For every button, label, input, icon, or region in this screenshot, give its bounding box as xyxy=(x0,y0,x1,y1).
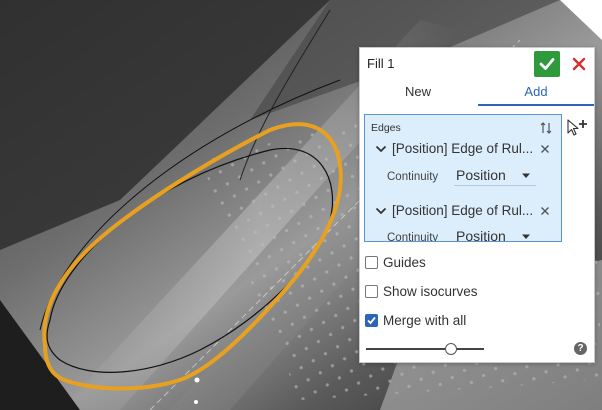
edge-item-label: [Position] Edge of Rul... xyxy=(392,141,534,156)
tolerance-slider[interactable] xyxy=(366,341,486,357)
continuity-value: Position xyxy=(456,167,506,183)
show-isocurves-label: Show isocurves xyxy=(383,284,478,299)
dialog-header: Fill 1 xyxy=(360,48,594,80)
guides-checkbox-row[interactable]: Guides xyxy=(365,254,565,272)
edges-label: Edges xyxy=(371,122,401,134)
guides-checkbox[interactable] xyxy=(365,256,378,269)
caret-down-icon xyxy=(522,234,530,239)
sort-icon[interactable] xyxy=(539,121,553,135)
dialog-title: Fill 1 xyxy=(367,56,395,71)
ok-button[interactable] xyxy=(534,51,560,77)
remove-icon[interactable] xyxy=(540,144,550,154)
continuity-label: Continuity xyxy=(387,232,439,242)
continuity-value: Position xyxy=(456,228,506,242)
caret-down-icon xyxy=(522,173,530,178)
add-selection-cursor-icon[interactable] xyxy=(566,118,588,138)
continuity-select[interactable]: Position xyxy=(454,166,536,186)
edge-item[interactable]: [Position] Edge of Rul... xyxy=(365,138,561,162)
show-isocurves-checkbox-row[interactable]: Show isocurves xyxy=(365,283,565,301)
merge-with-all-checkbox-row[interactable]: Merge with all xyxy=(365,312,565,330)
help-icon[interactable]: ? xyxy=(574,342,587,355)
remove-icon[interactable] xyxy=(540,206,550,216)
tab-new[interactable]: New xyxy=(360,82,476,106)
checkmark-icon xyxy=(539,58,555,70)
guides-label: Guides xyxy=(383,255,426,270)
checkmark-icon xyxy=(367,316,376,325)
edges-selection-list[interactable]: Edges [Position] Edge of Rul... Continui… xyxy=(364,114,562,242)
continuity-label: Continuity xyxy=(387,171,439,183)
continuity-row: Continuity Position xyxy=(365,165,561,189)
merge-with-all-label: Merge with all xyxy=(383,313,467,328)
edge-item[interactable]: [Position] Edge of Rul... xyxy=(365,200,561,224)
slider-thumb[interactable] xyxy=(445,343,457,355)
show-isocurves-checkbox[interactable] xyxy=(365,285,378,298)
slider-track xyxy=(366,348,484,350)
close-icon xyxy=(572,57,586,71)
chevron-down-icon[interactable] xyxy=(375,144,387,154)
continuity-row: Continuity Position xyxy=(365,226,561,242)
merge-with-all-checkbox[interactable] xyxy=(365,314,378,327)
fill-feature-dialog: Fill 1 New Add Edges [Position] Edge of … xyxy=(359,47,595,363)
chevron-down-icon[interactable] xyxy=(375,206,387,216)
edge-item-label: [Position] Edge of Rul... xyxy=(392,203,534,218)
cancel-button[interactable] xyxy=(566,51,592,77)
continuity-select[interactable]: Position xyxy=(454,227,536,242)
operation-tabs: New Add xyxy=(360,82,594,106)
tab-add[interactable]: Add xyxy=(478,82,594,106)
